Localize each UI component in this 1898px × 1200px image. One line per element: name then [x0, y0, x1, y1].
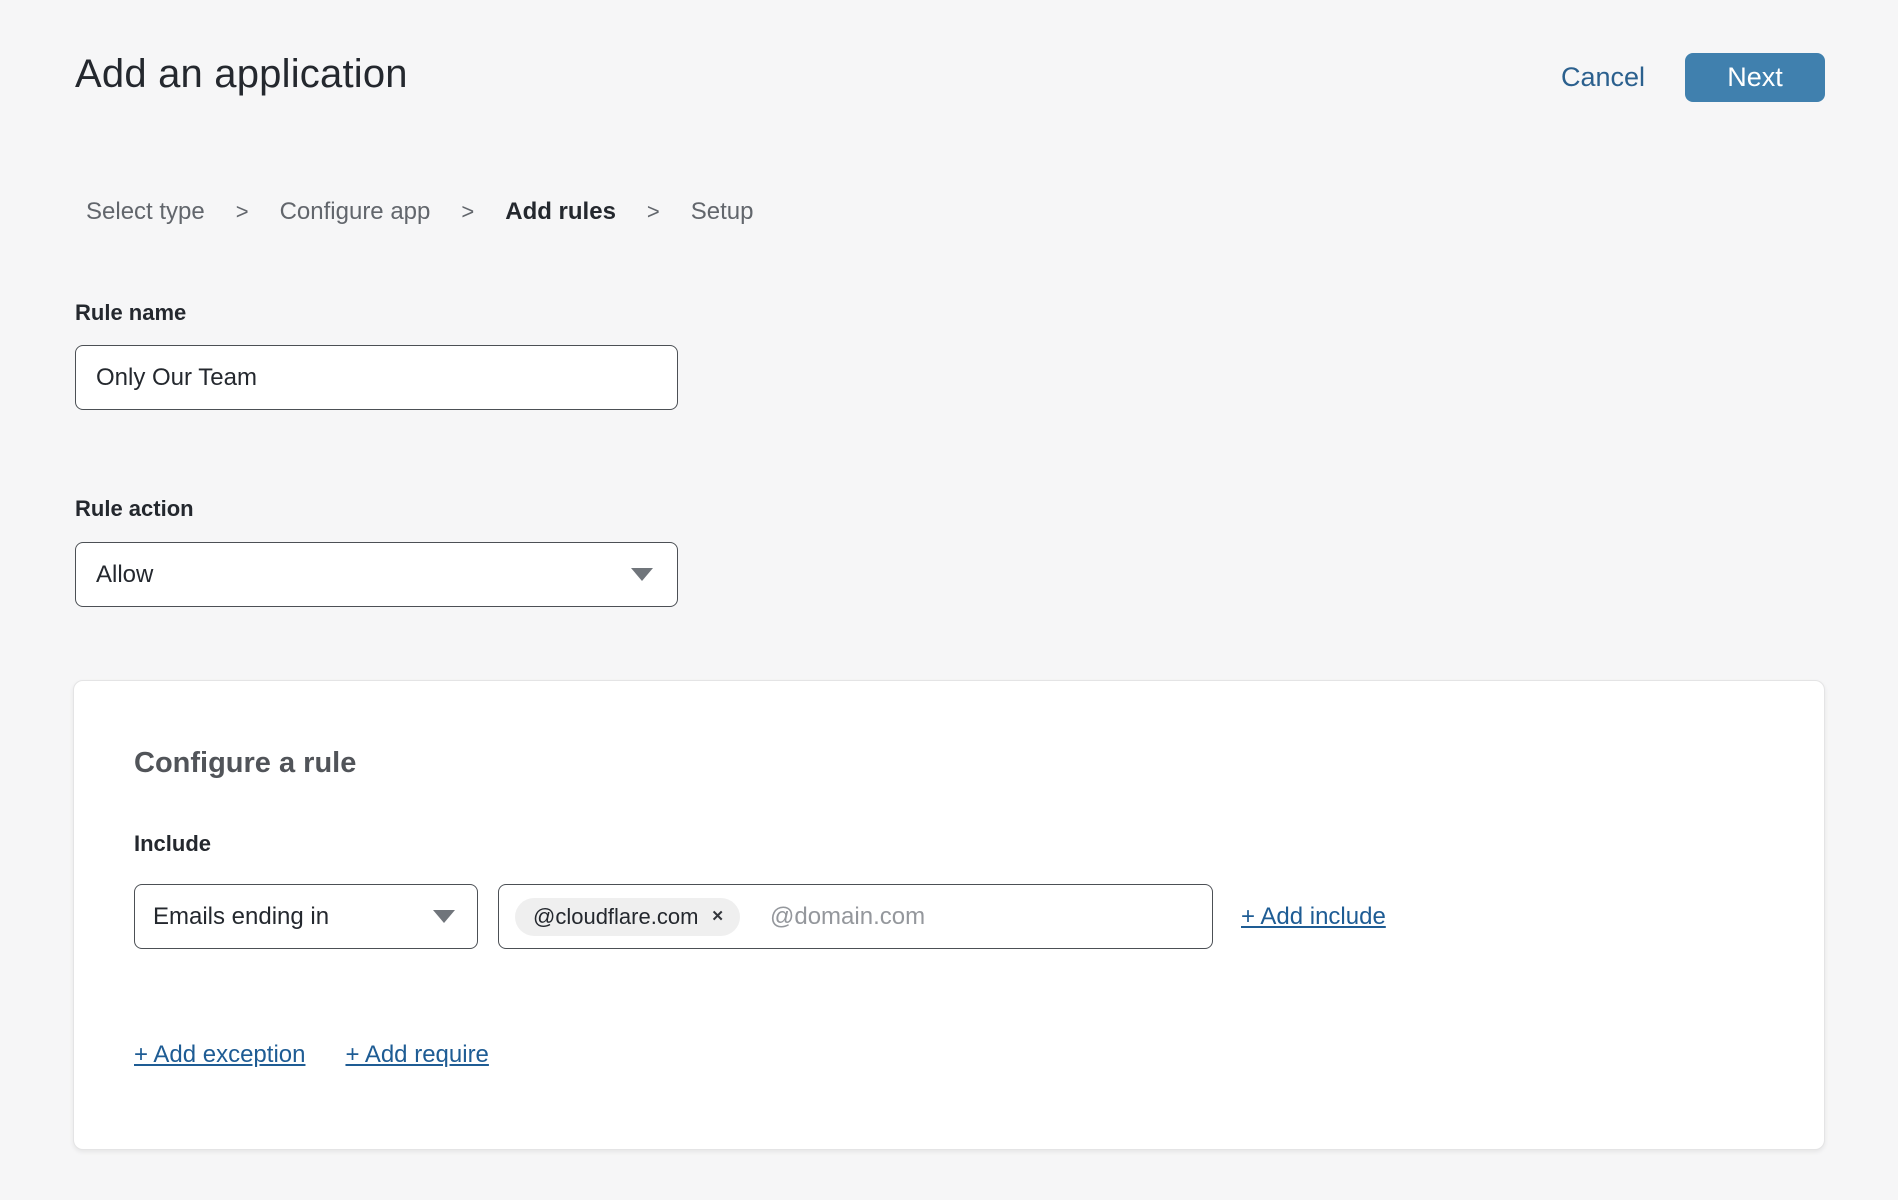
include-label: Include [134, 831, 211, 857]
chip-label: @cloudflare.com [533, 904, 698, 930]
breadcrumb: Select type > Configure app > Add rules … [86, 198, 754, 226]
chevron-down-icon [631, 568, 653, 581]
include-selector-value: Emails ending in [153, 903, 329, 931]
page-title: Add an application [75, 52, 408, 97]
rule-action-selected-value: Allow [96, 561, 153, 589]
add-exception-link[interactable]: + Add exception [134, 1041, 305, 1069]
breadcrumb-separator: > [236, 199, 249, 225]
breadcrumb-step-configure-app[interactable]: Configure app [280, 198, 431, 226]
rule-action-select[interactable]: Allow [75, 542, 678, 607]
breadcrumb-step-setup[interactable]: Setup [691, 198, 754, 226]
rule-name-input[interactable] [75, 345, 678, 410]
add-include-link[interactable]: + Add include [1241, 903, 1386, 931]
card-title: Configure a rule [134, 747, 356, 780]
email-domain-chip: @cloudflare.com ✕ [515, 898, 740, 936]
cancel-button[interactable]: Cancel [1561, 62, 1645, 93]
next-button[interactable]: Next [1685, 53, 1825, 102]
breadcrumb-separator: > [647, 199, 660, 225]
breadcrumb-separator: > [461, 199, 474, 225]
chip-remove-icon[interactable]: ✕ [711, 909, 724, 924]
include-rule-row: Emails ending in @cloudflare.com ✕ + Add… [134, 884, 1386, 949]
email-domain-input[interactable] [770, 903, 1196, 931]
include-value-tag-input[interactable]: @cloudflare.com ✕ [498, 884, 1213, 949]
rule-action-label: Rule action [75, 496, 194, 522]
configure-rule-card: Configure a rule Include Emails ending i… [73, 680, 1825, 1150]
chevron-down-icon [433, 910, 455, 923]
header-actions: Cancel Next [1561, 53, 1825, 102]
include-selector-select[interactable]: Emails ending in [134, 884, 478, 949]
breadcrumb-step-select-type[interactable]: Select type [86, 198, 205, 226]
breadcrumb-step-add-rules[interactable]: Add rules [505, 198, 616, 226]
rule-name-label: Rule name [75, 300, 186, 326]
add-require-link[interactable]: + Add require [345, 1041, 488, 1069]
card-bottom-links: + Add exception + Add require [134, 1041, 489, 1069]
